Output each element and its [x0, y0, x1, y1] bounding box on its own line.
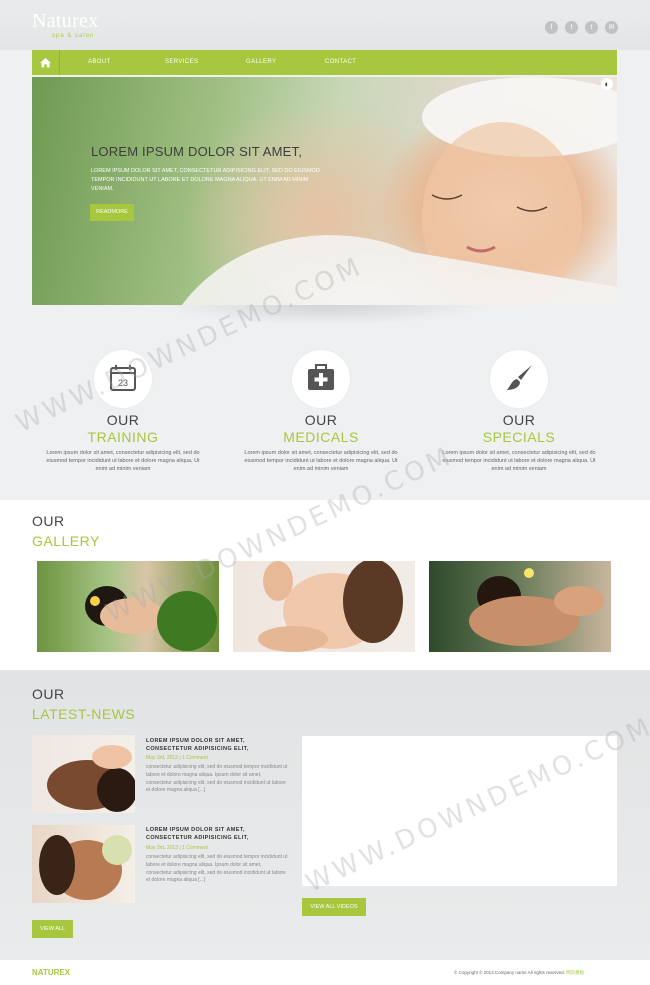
- feature-name: TRAINING: [87, 429, 159, 445]
- news-photo: [47, 745, 137, 812]
- feature-circle: 23: [94, 350, 152, 408]
- gallery-image-2[interactable]: [233, 561, 415, 652]
- feature-text: Lorem ipsum dolor sit amet, consectetur …: [442, 450, 596, 472]
- facebook-icon[interactable]: f: [545, 21, 558, 34]
- news-image-2[interactable]: [32, 825, 135, 903]
- feature-our: OUR: [106, 412, 140, 428]
- video-player[interactable]: [302, 736, 617, 886]
- gallery-image-1[interactable]: [37, 561, 219, 652]
- nav-home[interactable]: [32, 50, 60, 75]
- feature-text: Lorem ipsum dolor sit amet, consectetur …: [244, 450, 398, 472]
- gallery-photo: [258, 561, 403, 652]
- copyright-link[interactable]: 网页模板: [566, 970, 584, 975]
- gallery-heading-our: OUR: [32, 513, 65, 529]
- gallery-heading: GALLERY: [32, 533, 100, 549]
- news-title[interactable]: LOREM IPSUM DOLOR SIT AMET, CONSECTETUR …: [146, 737, 291, 753]
- gallery-photo: [85, 586, 217, 651]
- news-heading-our: OUR: [32, 686, 65, 702]
- news-image-1[interactable]: [32, 735, 137, 813]
- twitter-icon[interactable]: t: [565, 21, 578, 34]
- nav-item-about[interactable]: ABOUT: [88, 59, 111, 65]
- footer-logo[interactable]: NATUREX: [32, 968, 70, 977]
- news-text: consectetur adipisicing elit, sed do eiu…: [146, 764, 288, 794]
- main-nav: ABOUT SERVICES GALLERY CONTACT: [32, 50, 617, 75]
- site-logo[interactable]: Naturex: [32, 10, 99, 33]
- news-title[interactable]: LOREM IPSUM DOLOR SIT AMET, CONSECTETUR …: [146, 826, 291, 842]
- news-photo: [39, 835, 132, 900]
- feature-our: OUR: [502, 412, 536, 428]
- feature-name: MEDICALS: [283, 429, 359, 445]
- nav-item-contact[interactable]: CONTACT: [325, 59, 356, 65]
- hero-text: LOREM IPSUM DOLOR SIT AMET, CONSECTETUR …: [91, 168, 320, 192]
- readmore-button[interactable]: READMORE: [90, 204, 134, 221]
- hero-title: LOREM IPSUM DOLOR SIT AMET,: [91, 144, 303, 159]
- feature-circle: [292, 350, 350, 408]
- hero-shadow: [160, 305, 490, 325]
- hero-slider: LOREM IPSUM DOLOR SIT AMET, LOREM IPSUM …: [32, 77, 617, 305]
- news-date: May 3rd, 2013 | 1 Comment: [146, 755, 208, 761]
- footer: NATUREX © Copyright © 2013.Company name …: [0, 960, 650, 985]
- site-logo-tagline: spa & salon: [52, 33, 95, 39]
- email-icon[interactable]: ✉: [605, 21, 618, 34]
- gallery-image-3[interactable]: [429, 561, 611, 652]
- news-heading: LATEST-NEWS: [32, 706, 136, 722]
- view-all-videos-button[interactable]: VIEW ALL VIDEOS: [302, 898, 366, 916]
- nav-item-services[interactable]: SERVICES: [165, 59, 198, 65]
- nav-item-gallery[interactable]: GALLERY: [246, 59, 276, 65]
- svg-text:23: 23: [118, 378, 128, 388]
- footer-copyright: © Copyright © 2013.Company name All righ…: [454, 970, 584, 976]
- feature-circle: [490, 350, 548, 408]
- gallery-photo: [469, 568, 604, 646]
- news-date: May 3rd, 2013 | 1 Comment: [146, 845, 208, 851]
- view-all-button[interactable]: VIEW ALL: [32, 920, 73, 938]
- slider-toggle-icon[interactable]: ◐: [601, 78, 613, 90]
- feature-specials: OUR SPECIALS Lorem ipsum dolor sit amet,…: [434, 350, 604, 473]
- feature-text: Lorem ipsum dolor sit amet, consectetur …: [46, 450, 200, 472]
- medical-kit-icon: [308, 364, 334, 390]
- copyright-text: © Copyright © 2013.Company name All righ…: [454, 970, 565, 975]
- header: Naturex spa & salon f t t ✉: [0, 0, 650, 50]
- feature-our: OUR: [304, 412, 338, 428]
- home-icon: [40, 58, 51, 68]
- feature-medicals: OUR MEDICALS Lorem ipsum dolor sit amet,…: [236, 350, 406, 473]
- tumblr-icon[interactable]: t: [585, 21, 598, 34]
- feature-training: 23 OUR TRAINING Lorem ipsum dolor sit am…: [38, 350, 208, 473]
- feature-name: SPECIALS: [482, 429, 556, 445]
- brush-icon: [507, 365, 532, 390]
- calendar-icon: 23: [110, 365, 136, 391]
- news-text: consectetur adipisicing elit, sed do eiu…: [146, 854, 288, 884]
